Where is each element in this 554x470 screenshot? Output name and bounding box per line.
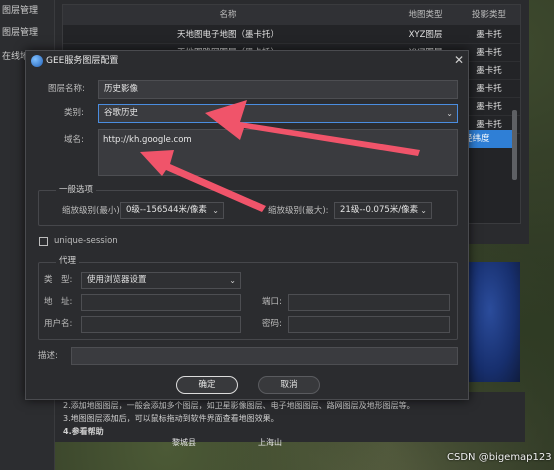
chevron-down-icon: ⌄: [229, 276, 236, 285]
max-zoom-label: 缩放级别(最大):: [268, 206, 329, 216]
table-row[interactable]: 天地图电子地图（墨卡托） XYZ图层 墨卡托: [63, 26, 520, 44]
gee-layer-config-dialog: GEE服务图层配置 ✕ 图层名称: 历史影像 类别: 谷歌历史 ⌄ 域名: ht…: [25, 50, 469, 400]
column-header-name[interactable]: 名称: [63, 5, 393, 25]
unique-session-label: unique-session: [54, 236, 118, 246]
max-zoom-select[interactable]: 21级--0.075米/像素 ⌄: [334, 202, 432, 219]
proxy-type-select[interactable]: 使用浏览器设置 ⌄: [81, 272, 241, 289]
map-water-area: [460, 262, 520, 382]
close-icon[interactable]: ✕: [452, 53, 466, 67]
app-logo-icon: [31, 55, 43, 67]
min-zoom-value: 0级--156544米/像素: [126, 205, 207, 215]
ok-button[interactable]: 确定: [176, 376, 238, 394]
min-zoom-label: 缩放级别(最小):: [62, 206, 123, 216]
column-header-projection[interactable]: 投影类型: [458, 5, 520, 25]
chevron-down-icon: ⌄: [212, 206, 219, 215]
layer-name-label: 图层名称:: [48, 84, 85, 94]
row-projection: 墨卡托: [476, 30, 502, 40]
proxy-address-input[interactable]: [81, 294, 241, 311]
dialog-title: GEE服务图层配置: [46, 56, 119, 66]
category-label: 类别:: [64, 108, 84, 118]
layer-table-header: 名称 地图类型 投影类型: [63, 5, 520, 25]
watermark: CSDN @bigemap123: [447, 452, 552, 463]
chevron-down-icon: ⌄: [446, 109, 453, 118]
domain-textarea[interactable]: http://kh.google.com: [98, 129, 458, 176]
map-place-label: 上海山: [258, 438, 282, 447]
chevron-down-icon: ⌄: [420, 206, 427, 215]
max-zoom-value: 21级--0.075米/像素: [340, 205, 419, 215]
row-name: 天地图电子地图（墨卡托）: [176, 30, 279, 40]
proxy-password-label: 密码:: [262, 319, 282, 329]
proxy-type-value: 使用浏览器设置: [87, 275, 147, 285]
layer-name-input[interactable]: 历史影像: [98, 80, 458, 99]
column-header-type[interactable]: 地图类型: [393, 5, 458, 25]
dialog-titlebar[interactable]: GEE服务图层配置 ✕: [26, 51, 468, 71]
domain-label: 域名:: [64, 135, 84, 145]
cancel-button[interactable]: 取消: [258, 376, 320, 394]
proxy-address-label: 地 址:: [44, 297, 73, 307]
proxy-port-label: 端口:: [262, 297, 282, 307]
proxy-password-input[interactable]: [288, 316, 450, 333]
help-link[interactable]: 4.参看帮助: [63, 426, 104, 437]
description-label: 描述:: [38, 351, 58, 361]
category-select[interactable]: 谷歌历史 ⌄: [98, 104, 458, 123]
proxy-username-input[interactable]: [81, 316, 241, 333]
map-place-label: 黎城县: [172, 438, 196, 447]
sidebar-item-layer-manage-1[interactable]: 图层管理: [0, 0, 55, 22]
general-options-title: 一般选项: [56, 184, 97, 196]
min-zoom-select[interactable]: 0级--156544米/像素 ⌄: [120, 202, 224, 219]
proxy-username-label: 用户名:: [44, 319, 73, 329]
table-scrollbar[interactable]: [512, 110, 517, 180]
row-type: XYZ图层: [408, 30, 443, 40]
unique-session-checkbox[interactable]: [39, 237, 48, 246]
sidebar-item-layer-manage-2[interactable]: 图层管理: [0, 22, 55, 44]
help-line-2: 2.添加地图图层，一般会添加多个图层，如卫星影像图层、电子地图图层、路网图层及地…: [63, 401, 415, 410]
category-select-value: 谷歌历史: [104, 108, 139, 118]
description-input[interactable]: [71, 347, 458, 365]
proxy-type-label: 类 型:: [44, 275, 73, 285]
proxy-port-input[interactable]: [288, 294, 450, 311]
proxy-title: 代理: [56, 255, 80, 267]
help-line-3: 3.地图图层添加后，可以鼠标拖动到软件界面查看地图效果。: [63, 414, 279, 423]
